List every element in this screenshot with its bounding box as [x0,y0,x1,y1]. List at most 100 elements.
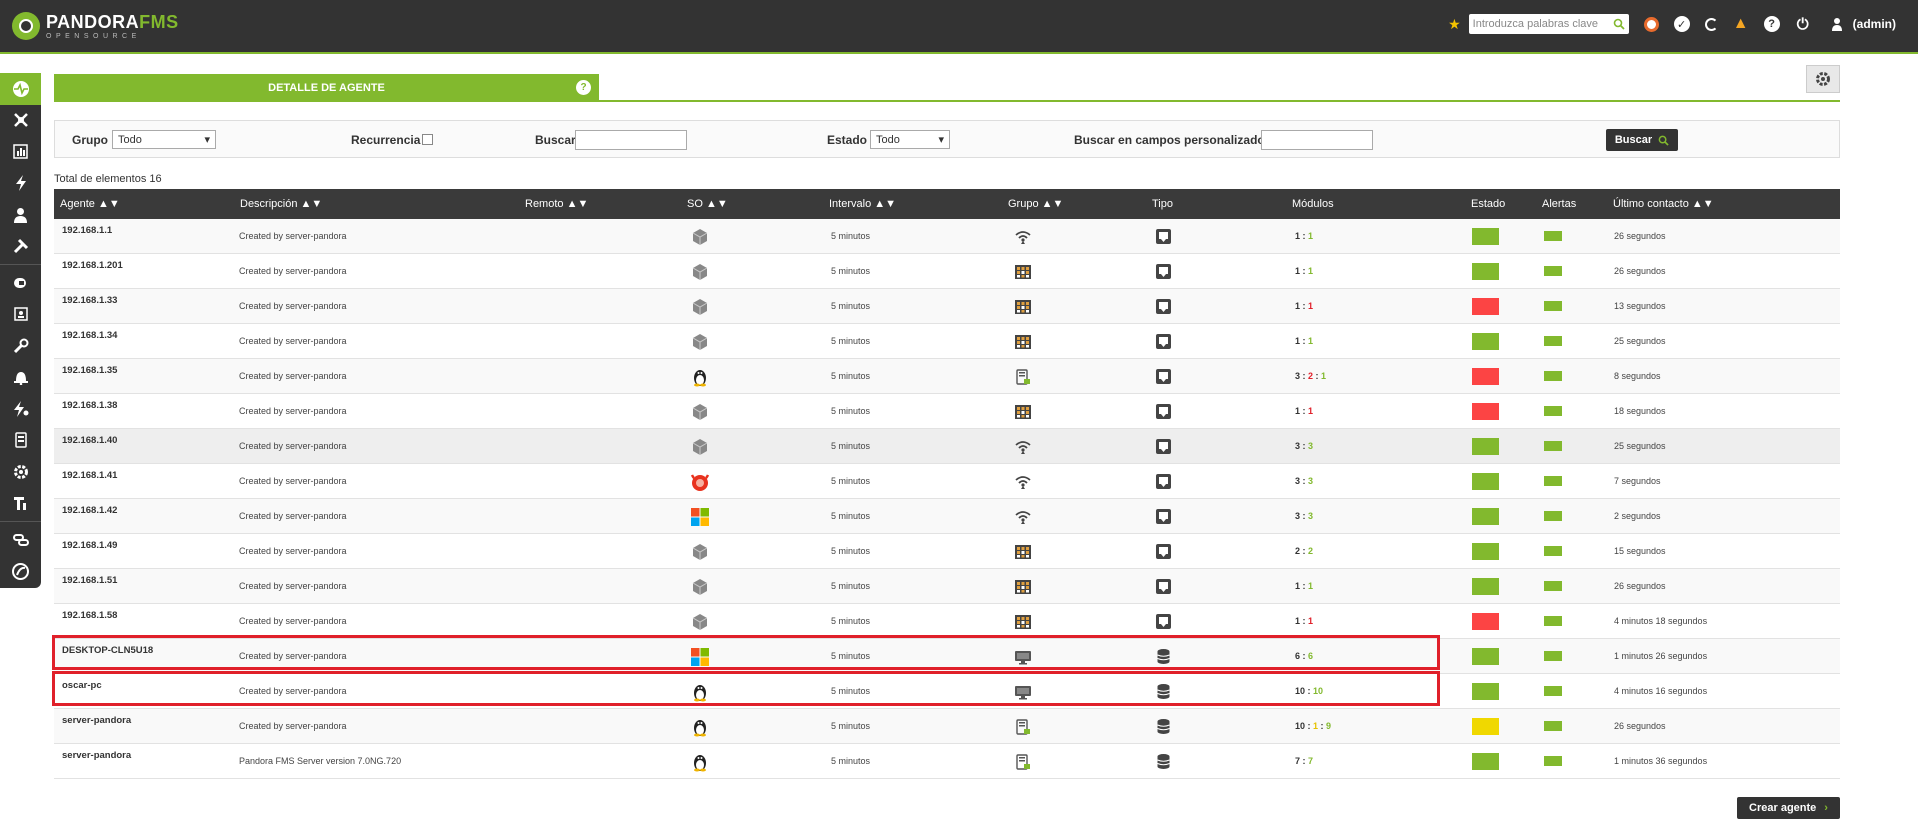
agent-name-link[interactable]: 192.168.1.33 [62,295,117,306]
table-row[interactable]: 192.168.1.35 Created by server-pandora 5 m… [54,359,1840,394]
group-wifi-icon[interactable] [1014,474,1032,490]
table-row[interactable]: 192.168.1.201 Created by server-pandora 5 … [54,254,1840,289]
sort-icon[interactable]: ▲▼ [1042,198,1064,210]
table-row[interactable]: server-pandora Created by server-pandora 5… [54,709,1840,744]
tab-agent-detail[interactable]: DETALLE DE AGENTE ? [54,74,599,102]
grupo-select[interactable]: Todo ▾ [112,130,216,149]
search-icon[interactable] [1613,18,1625,30]
agent-name-link[interactable]: 192.168.1.51 [62,575,117,586]
col-grupo[interactable]: Grupo ▲▼ [1008,198,1063,210]
agent-name-link[interactable]: 192.168.1.42 [62,505,117,516]
group-grid-icon[interactable] [1014,579,1032,595]
group-grid-icon[interactable] [1014,264,1032,280]
col-agente[interactable]: Agente ▲▼ [60,198,120,210]
col-remoto[interactable]: Remoto ▲▼ [525,198,588,210]
agent-name-link[interactable]: 192.168.1.1 [62,225,112,236]
table-row[interactable]: server-pandora Pandora FMS Server version… [54,744,1840,779]
estado-select[interactable]: Todo ▾ [870,130,950,149]
group-grid-icon[interactable] [1014,299,1032,315]
search-input[interactable] [575,130,687,150]
sort-icon[interactable]: ▲▼ [98,198,120,210]
sidebar-item-monitoring[interactable] [0,73,41,105]
group-server-icon[interactable] [1014,369,1032,385]
agent-name-link[interactable]: 192.168.1.34 [62,330,117,341]
sidebar-item-alerts[interactable] [0,362,41,394]
status-badge [1472,368,1499,385]
table-row[interactable]: 192.168.1.38 Created by server-pandora 5 m… [54,394,1840,429]
group-grid-icon[interactable] [1014,404,1032,420]
warning-icon[interactable]: ▲ [1733,15,1749,32]
help-icon[interactable]: ? [1763,16,1780,32]
agent-name-link[interactable]: 192.168.1.35 [62,365,117,376]
group-server-icon[interactable] [1014,754,1032,770]
power-icon[interactable]: ⏻ [1795,16,1811,33]
estado-value: Todo [876,133,900,146]
table-row[interactable]: 192.168.1.40 Created by server-pandora 5 m… [54,429,1840,464]
col-so[interactable]: SO ▲▼ [687,198,728,210]
sidebar-item-users[interactable] [0,199,41,231]
agent-name-link[interactable]: 192.168.1.40 [62,435,117,446]
table-row[interactable]: 192.168.1.51 Created by server-pandora 5 m… [54,569,1840,604]
recurrencia-checkbox[interactable] [422,134,433,145]
group-grid-icon[interactable] [1014,544,1032,560]
table-row[interactable]: 192.168.1.41 Created by server-pandora 5 m… [54,464,1840,499]
settings-button[interactable] [1806,65,1840,93]
module-count: 3 [1308,476,1314,486]
sidebar-item-configuration[interactable] [0,330,41,362]
agent-name-link[interactable]: 192.168.1.38 [62,400,117,411]
sidebar-item-topology[interactable] [0,105,41,137]
group-wifi-icon[interactable] [1014,439,1032,455]
group-server-icon[interactable] [1014,719,1032,735]
os-linux-icon [690,367,710,387]
pandora-logo[interactable]: PANDORAFMS OPENSOURCE [12,12,179,40]
sidebar-item-pandora[interactable] [0,556,41,588]
sort-icon[interactable]: ▲▼ [1692,198,1714,210]
sidebar-item-reports[interactable] [0,136,41,168]
sidebar-item-links[interactable] [0,524,41,556]
table-row[interactable]: 192.168.1.34 Created by server-pandora 5 m… [54,324,1840,359]
sort-icon[interactable]: ▲▼ [567,198,589,210]
search-button[interactable]: Buscar [1606,129,1678,151]
agent-name-link[interactable]: server-pandora [62,715,131,726]
sidebar-item-profiles[interactable] [0,299,41,331]
sort-icon[interactable]: ▲▼ [301,198,323,210]
sidebar-item-events[interactable] [0,168,41,200]
custom-fields-input[interactable] [1261,130,1373,150]
header-search-input[interactable]: Introduzca palabras clave [1468,14,1629,34]
table-row[interactable]: 192.168.1.49 Created by server-pandora 5 m… [54,534,1840,569]
check-icon[interactable]: ✓ [1673,16,1690,32]
sort-icon[interactable]: ▲▼ [874,198,896,210]
create-agent-button[interactable]: Crear agente › [1737,797,1840,819]
agent-name-link[interactable]: 192.168.1.201 [62,260,123,271]
star-icon[interactable]: ★ [1448,16,1461,33]
group-grid-icon[interactable] [1014,614,1032,630]
sidebar-item-servers[interactable] [0,425,41,457]
col-intervalo[interactable]: Intervalo ▲▼ [829,198,896,210]
col-contacto[interactable]: Último contacto ▲▼ [1613,198,1714,210]
help-icon[interactable]: ? [576,80,591,95]
network-icon [13,113,28,128]
agent-name-link[interactable]: 192.168.1.58 [62,610,117,621]
group-wifi-icon[interactable] [1014,509,1032,525]
sidebar-item-tools[interactable] [0,231,41,263]
group-wifi-icon[interactable] [1014,229,1032,245]
group-grid-icon[interactable] [1014,334,1032,350]
agent-name-link[interactable]: 192.168.1.41 [62,470,117,481]
refresh-icon[interactable] [1704,17,1718,31]
alert-badge [1544,546,1562,556]
user-name[interactable]: (admin) [1853,17,1896,31]
sidebar-item-setup[interactable] [0,456,41,488]
agent-name-link[interactable]: server-pandora [62,750,131,761]
col-descripcion[interactable]: Descripción ▲▼ [240,198,322,210]
table-row[interactable]: 192.168.1.42 Created by server-pandora 5 m… [54,499,1840,534]
sort-icon[interactable]: ▲▼ [706,198,728,210]
table-row[interactable]: 192.168.1.58 Created by server-pandora 5 m… [54,604,1840,639]
sidebar-item-event-manage[interactable] [0,393,41,425]
table-row[interactable]: 192.168.1.1 Created by server-pandora 5 mi… [54,219,1840,254]
user-icon[interactable] [1829,16,1845,32]
sidebar-item-resources[interactable] [0,267,41,299]
table-row[interactable]: 192.168.1.33 Created by server-pandora 5 m… [54,289,1840,324]
agent-name-link[interactable]: 192.168.1.49 [62,540,117,551]
sidebar-item-admin-tools[interactable] [0,488,41,520]
support-icon[interactable] [1643,16,1659,32]
